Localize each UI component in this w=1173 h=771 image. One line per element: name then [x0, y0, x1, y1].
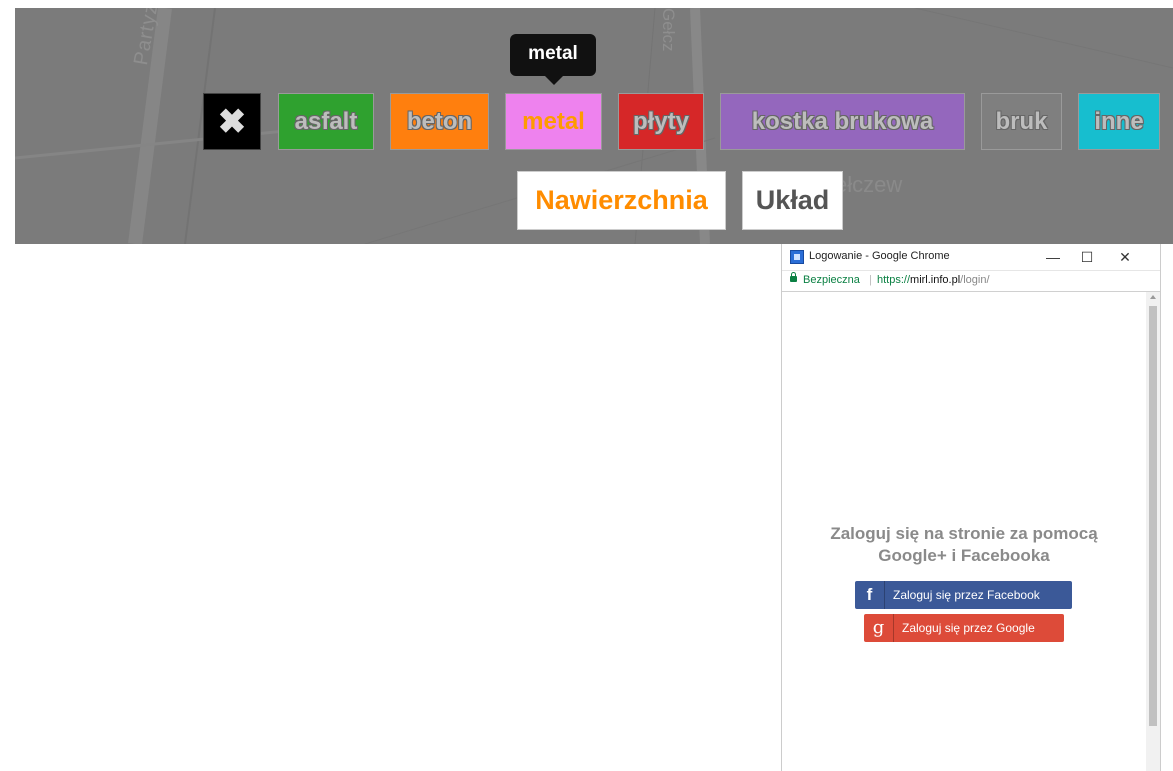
tab-uklad[interactable]: Układ [742, 171, 843, 230]
street-label-secondary: Gełcz [659, 8, 678, 52]
login-content: Zaloguj się na stronie za pomocą Google+… [782, 292, 1146, 771]
window-title: Logowanie - Google Chrome [809, 250, 950, 262]
filter-chip-beton[interactable]: beton [390, 93, 489, 150]
secure-label: Bezpieczna [803, 274, 860, 286]
site-favicon-icon [790, 250, 804, 264]
filter-chip-asfalt[interactable]: asfalt [278, 93, 374, 150]
filter-chip-metal[interactable]: metal [505, 93, 602, 150]
facebook-login-button[interactable]: f Zaloguj się przez Facebook [855, 581, 1072, 609]
map-panel[interactable]: Partyzantów Gełcz ełczew metal ✖ asfalt … [15, 8, 1173, 244]
scroll-thumb[interactable] [1149, 306, 1157, 726]
place-label: ełczew [835, 172, 903, 197]
google-plus-icon: g [864, 614, 894, 642]
url-text[interactable]: https://mirl.info.pl/login/ [877, 274, 990, 286]
google-login-label: Zaloguj się przez Google [902, 621, 1035, 635]
login-heading: Zaloguj się na stronie za pomocą Google+… [830, 524, 1098, 565]
url-host: mirl.info.pl [910, 274, 961, 286]
url-path: /login/ [960, 274, 990, 286]
minimize-button[interactable]: — [1036, 246, 1070, 268]
filter-chip-bruk[interactable]: bruk [981, 93, 1062, 150]
facebook-login-label: Zaloguj się przez Facebook [893, 588, 1040, 602]
filter-tooltip: metal [510, 34, 596, 85]
filter-chip-kostka-brukowa[interactable]: kostka brukowa [720, 93, 965, 150]
close-window-button[interactable]: ✕ [1108, 246, 1142, 268]
close-icon: ✖ [217, 102, 247, 141]
tab-nawierzchnia[interactable]: Nawierzchnia [517, 171, 726, 230]
maximize-button[interactable]: ☐ [1070, 246, 1104, 268]
address-bar[interactable]: Bezpieczna | https://mirl.info.pl/login/ [782, 271, 1160, 292]
vertical-scrollbar[interactable] [1146, 292, 1160, 771]
filter-chip-plyty[interactable]: płyty [618, 93, 704, 150]
facebook-icon: f [855, 581, 885, 609]
login-popup-window: Logowanie - Google Chrome — ☐ ✕ Bezpiecz… [781, 244, 1161, 771]
window-titlebar[interactable]: Logowanie - Google Chrome — ☐ ✕ [782, 244, 1160, 271]
filter-chip-inne[interactable]: inne [1078, 93, 1160, 150]
scroll-up-arrow-icon[interactable] [1150, 295, 1156, 299]
clear-filter-button[interactable]: ✖ [203, 93, 261, 150]
address-separator: | [869, 274, 872, 286]
google-login-button[interactable]: g Zaloguj się przez Google [864, 614, 1064, 642]
lock-icon [790, 272, 797, 282]
url-scheme: https:// [877, 274, 911, 286]
